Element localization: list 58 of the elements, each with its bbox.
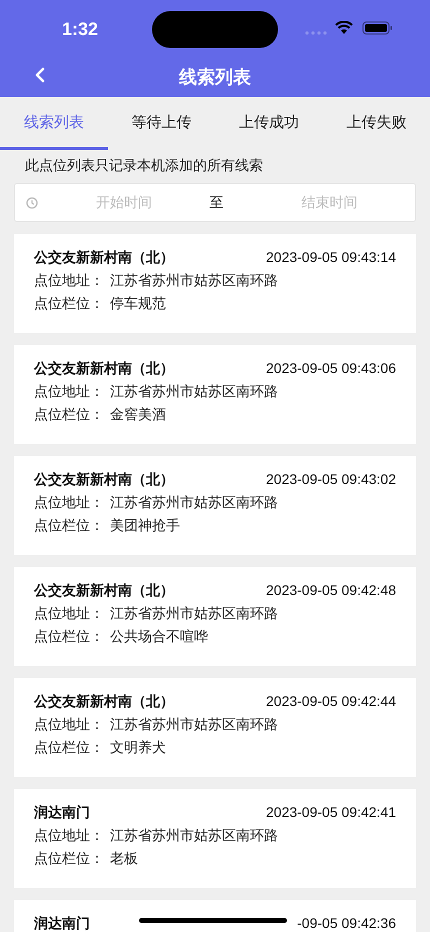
record-name: 公交友新新村南（北） — [34, 470, 174, 489]
battery-icon — [362, 21, 393, 35]
column-label: 点位栏位： — [34, 848, 104, 868]
record-time: 2023-09-05 09:43:02 — [266, 470, 396, 488]
address-label: 点位地址： — [34, 382, 104, 400]
record-time: 2023-09-05 09:43:06 — [266, 358, 396, 378]
address-label: 点位地址： — [34, 492, 104, 512]
address-value: 江苏省苏州市姑苏区南环路 — [110, 382, 278, 400]
record-name: 润达南门 — [34, 802, 90, 822]
range-separator: 至 — [210, 193, 224, 212]
column-value: 老板 — [110, 848, 138, 868]
record-time: 2023-09-05 09:42:44 — [266, 692, 396, 710]
column-label: 点位栏位： — [34, 294, 104, 312]
column-label: 点位栏位： — [34, 516, 104, 534]
record-name: 公交友新新村南（北） — [34, 692, 174, 711]
address-label: 点位地址： — [34, 826, 104, 844]
record-card[interactable]: 公交友新新村南（北） 2023-09-05 09:43:14 点位地址： 江苏省苏州市姑苏区南环路 点位栏位： 停车规范 — [14, 234, 416, 333]
column-value: 文明养犬 — [110, 738, 166, 756]
record-card[interactable]: 公交友新新村南（北） 2023-09-05 09:42:44 点位地址： 江苏省苏州市姑苏区南环路 点位栏位： 文明养犬 — [14, 678, 416, 777]
tab[interactable]: 线索列表 — [0, 97, 108, 150]
address-value: 江苏省苏州市姑苏区南环路 — [110, 270, 278, 290]
address-value: 江苏省苏州市姑苏区南环路 — [110, 826, 278, 844]
record-card[interactable]: 公交友新新村南（北） 2023-09-05 09:43:02 点位地址： 江苏省苏州市姑苏区南环路 点位栏位： 美团神抢手 — [14, 456, 416, 555]
clock-icon — [26, 196, 38, 208]
status-time: 1:32 — [62, 18, 98, 41]
back-icon[interactable] — [34, 67, 45, 83]
address-label: 点位地址： — [34, 604, 104, 622]
record-time: 2023-09-05 09:42:48 — [266, 580, 396, 600]
record-name: 公交友新新村南（北） — [34, 358, 174, 378]
record-time: 2023-09-05 09:42:41 — [266, 802, 396, 822]
signal-icon — [305, 31, 327, 35]
tab[interactable]: 等待上传 — [108, 97, 215, 150]
record-name: 公交友新新村南（北） — [34, 580, 174, 600]
record-card[interactable]: 公交友新新村南（北） 2023-09-05 09:42:48 点位地址： 江苏省苏州市姑苏区南环路 点位栏位： 公共场合不喧哗 — [14, 567, 416, 666]
column-value: 美团神抢手 — [110, 516, 180, 534]
column-label: 点位栏位： — [34, 404, 104, 424]
tab[interactable]: 上传成功 — [215, 97, 322, 150]
tab[interactable]: 上传失败 — [322, 97, 430, 150]
address-value: 江苏省苏州市姑苏区南环路 — [110, 714, 278, 734]
record-card[interactable]: 润达南门 2023-09-05 09:42:41 点位地址： 江苏省苏州市姑苏区南环路 点位栏位： 老板 — [14, 789, 416, 888]
address-value: 江苏省苏州市姑苏区南环路 — [110, 492, 278, 512]
column-value: 金窖美酒 — [110, 404, 166, 424]
page-title: 线索列表 — [178, 66, 252, 89]
column-label: 点位栏位： — [34, 626, 104, 646]
column-value: 公共场合不喧哗 — [110, 626, 208, 646]
record-card[interactable]: 润达南门 -09-05 09:42:36 — [14, 900, 416, 932]
record-time: 2023-09-05 09:43:14 — [266, 248, 396, 266]
wifi-icon — [335, 21, 353, 35]
record-card[interactable]: 公交友新新村南（北） 2023-09-05 09:43:06 点位地址： 江苏省苏州市姑苏区南环路 点位栏位： 金窖美酒 — [14, 345, 416, 444]
record-name: 公交友新新村南（北） — [34, 248, 174, 267]
list-note: 此点位列表只记录本机添加的所有线索 — [24, 156, 264, 175]
record-time: -09-05 09:42:36 — [297, 914, 396, 932]
address-label: 点位地址： — [34, 270, 104, 290]
record-name: 润达南门 — [34, 914, 90, 932]
address-value: 江苏省苏州市姑苏区南环路 — [110, 604, 278, 622]
address-label: 点位地址： — [34, 714, 104, 734]
column-value: 停车规范 — [110, 294, 166, 312]
column-label: 点位栏位： — [34, 738, 104, 756]
